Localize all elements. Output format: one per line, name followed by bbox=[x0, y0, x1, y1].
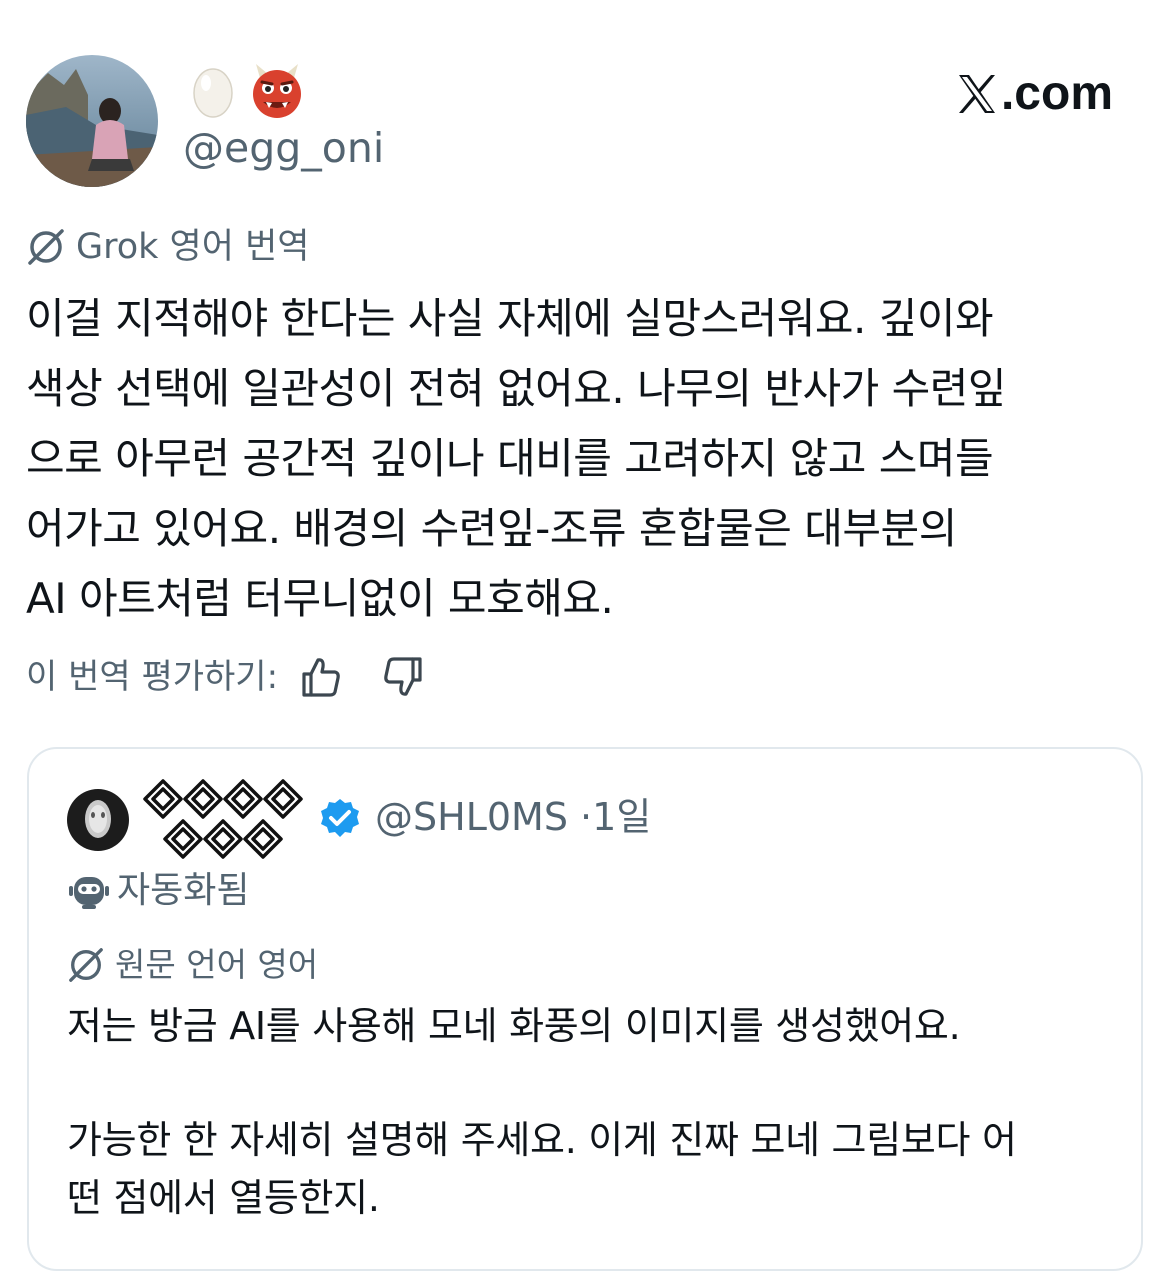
x-logo-icon bbox=[958, 75, 995, 113]
automated-label-text: 자동화됨 bbox=[117, 870, 250, 911]
thumbs-down-icon[interactable] bbox=[380, 654, 426, 700]
rate-translation: 이 번역 평가하기: bbox=[26, 652, 426, 702]
post-body-line: 어가고 있어요. 배경의 수련잎-조류 혼합물은 대부분의 bbox=[26, 504, 957, 553]
brand-text: .com bbox=[1000, 67, 1113, 120]
automated-label[interactable]: 자동화됨 bbox=[67, 865, 249, 917]
grok-icon bbox=[28, 229, 64, 265]
thumbs-up-icon[interactable] bbox=[298, 654, 344, 700]
quoted-author-display-name[interactable] bbox=[143, 779, 305, 861]
avatar-photo bbox=[67, 789, 129, 851]
post-body-line: 색상 선택에 일관성이 전혀 없어요. 나무의 반사가 수련잎 bbox=[26, 364, 1007, 413]
translation-label-text: Grok 영어 번역 bbox=[76, 227, 310, 267]
quoted-author-meta: @SHL0MS ·1일 bbox=[375, 791, 651, 843]
verified-badge-icon bbox=[321, 799, 359, 837]
rate-translation-label: 이 번역 평가하기: bbox=[26, 657, 279, 697]
brand-watermark: .com bbox=[957, 64, 1113, 124]
quoted-author-avatar[interactable] bbox=[67, 789, 129, 851]
quoted-post-line: 가능한 한 자세히 설명해 주세요. 이게 진짜 모네 그림보다 어 bbox=[67, 1118, 1017, 1162]
quoted-post-body: 저는 방금 AI를 사용해 모네 화풍의 이미지를 생성했어요. 가능한 한 자… bbox=[67, 997, 1117, 1227]
quoted-post-line: 저는 방금 AI를 사용해 모네 화풍의 이미지를 생성했어요. bbox=[67, 1004, 961, 1048]
post-body-line: 으로 아무런 공간적 깊이나 대비를 고려하지 않고 스며들 bbox=[26, 434, 994, 483]
author-avatar[interactable] bbox=[26, 55, 158, 187]
post-body-line: AI 아트처럼 터무니없이 모호해요. bbox=[26, 574, 614, 623]
author-display-name[interactable] bbox=[190, 62, 306, 120]
egg-emoji-icon bbox=[193, 68, 233, 118]
grok-icon bbox=[69, 948, 103, 982]
original-language-label[interactable]: 원문 언어 영어 bbox=[67, 941, 318, 989]
meta-separator: · bbox=[580, 795, 593, 839]
author-handle[interactable]: @egg_oni bbox=[183, 122, 384, 174]
quoted-post-time[interactable]: 1일 bbox=[592, 795, 651, 839]
translation-label[interactable]: Grok 영어 번역 bbox=[26, 222, 309, 272]
avatar-photo bbox=[26, 55, 158, 187]
post-body-line: 이걸 지적해야 한다는 사실 자체에 실망스러워요. 깊이와 bbox=[26, 294, 994, 343]
original-language-text: 원문 언어 영어 bbox=[115, 945, 319, 984]
post-body: 이걸 지적해야 한다는 사실 자체에 실망스러워요. 깊이와 색상 선택에 일관… bbox=[26, 284, 1146, 634]
quoted-post-line: 떤 점에서 열등한지. bbox=[67, 1176, 380, 1220]
robot-icon bbox=[69, 877, 109, 909]
quoted-post-card[interactable]: @SHL0MS ·1일 자동화됨 원문 언어 영어 저는 방금 AI를 사용해 … bbox=[27, 747, 1143, 1271]
ogre-emoji-icon bbox=[253, 64, 301, 118]
quoted-author-handle[interactable]: @SHL0MS bbox=[375, 795, 568, 839]
